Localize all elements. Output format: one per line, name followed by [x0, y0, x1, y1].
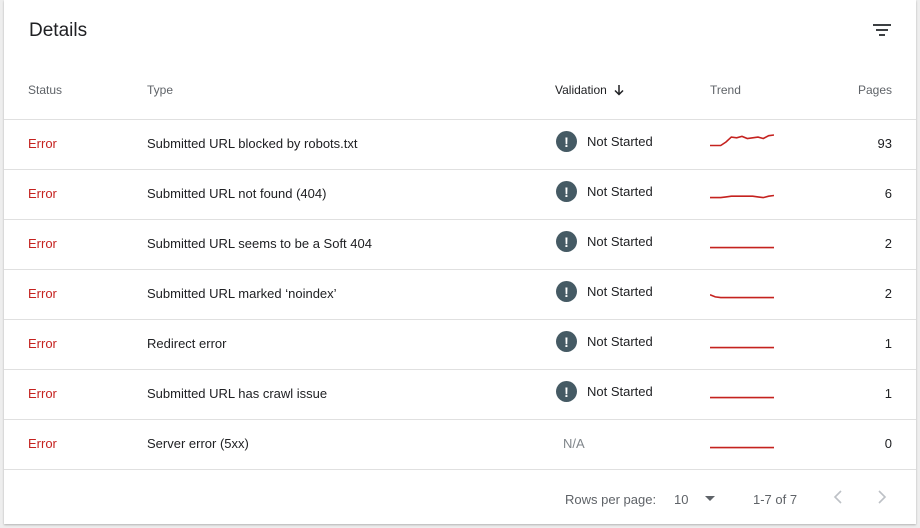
table-row[interactable]: Error Submitted URL seems to be a Soft 40… [4, 220, 916, 270]
filter-list-icon [873, 24, 891, 36]
trend-sparkline [710, 446, 774, 449]
trend-cell [710, 379, 774, 406]
validation-status: Not Started [587, 184, 653, 199]
type-cell: Submitted URL seems to be a Soft 404 [147, 236, 372, 251]
trend-line [709, 294, 774, 299]
table-footer: Rows per page: 10 1-7 of 7 [4, 470, 916, 524]
error-icon: ! [556, 181, 577, 202]
trend-cell [710, 179, 775, 206]
column-header-validation[interactable]: Validation [555, 83, 625, 97]
trend-sparkline [710, 134, 775, 147]
validation-status: Not Started [587, 284, 653, 299]
trend-sparkline [710, 194, 775, 199]
pages-cell: 2 [884, 286, 892, 301]
trend-cell [710, 429, 774, 456]
error-icon: ! [556, 231, 577, 252]
chevron-right-icon[interactable] [875, 488, 889, 509]
validation-status: Not Started [587, 334, 653, 349]
trend-cell [709, 279, 774, 306]
trend-line [710, 134, 775, 147]
validation-status: N/A [563, 436, 585, 451]
status-cell: Error [28, 386, 57, 401]
type-cell: Submitted URL not found (404) [147, 186, 327, 201]
type-cell: Submitted URL blocked by robots.txt [147, 136, 358, 151]
pages-cell: 2 [884, 236, 892, 251]
status-cell: Error [28, 286, 57, 301]
validation-status: Not Started [587, 234, 653, 249]
table-row[interactable]: Error Redirect error! Not Started 1 [4, 320, 916, 370]
status-cell: Error [28, 186, 57, 201]
trend-cell [710, 329, 774, 356]
pages-cell: 6 [884, 186, 892, 201]
rows-per-page-select[interactable]: 10 [674, 492, 688, 507]
status-cell: Error [28, 336, 57, 351]
pages-cell: 1 [884, 386, 892, 401]
status-cell: Error [28, 236, 57, 251]
validation-cell: ! Not Started [556, 281, 653, 302]
type-cell: Redirect error [147, 336, 227, 351]
error-icon: ! [556, 381, 577, 402]
pages-cell: 0 [884, 436, 892, 451]
column-header-status[interactable]: Status [28, 83, 62, 97]
trend-cell [710, 229, 774, 256]
error-icon: ! [556, 131, 577, 152]
error-icon: ! [556, 281, 577, 302]
card-title: Details [29, 20, 88, 41]
chevron-left-icon[interactable] [831, 488, 845, 509]
type-cell: Server error (5xx) [147, 436, 249, 451]
validation-cell: ! Not Started [556, 331, 653, 352]
validation-cell: ! Not Started [556, 181, 653, 202]
dropdown-arrow-icon[interactable] [704, 492, 716, 507]
column-header-validation-label: Validation [555, 83, 607, 97]
pages-cell: 93 [877, 136, 892, 151]
trend-line [710, 194, 775, 199]
table-row[interactable]: Error Server error (5xx) N/A 0 [4, 420, 916, 470]
validation-cell: ! Not Started [556, 131, 653, 152]
details-card: Details Status Type Validation Trend Pag… [4, 0, 916, 524]
trend-cell [710, 129, 775, 156]
status-cell: Error [28, 136, 57, 151]
column-header-trend[interactable]: Trend [710, 83, 741, 97]
validation-cell: ! Not Started [556, 381, 653, 402]
trend-sparkline [710, 246, 774, 249]
table-header: Status Type Validation Trend Pages [4, 70, 916, 120]
validation-status: Not Started [587, 384, 653, 399]
validation-status: Not Started [587, 134, 653, 149]
table-body: Error Submitted URL blocked by robots.txt… [4, 120, 916, 470]
validation-cell: ! Not Started [556, 231, 653, 252]
column-header-type[interactable]: Type [147, 83, 173, 97]
table-row[interactable]: Error Submitted URL has crawl issue! Not S… [4, 370, 916, 420]
table-row[interactable]: Error Submitted URL not found (404)! Not S… [4, 170, 916, 220]
type-cell: Submitted URL has crawl issue [147, 386, 328, 401]
table-row[interactable]: Error Submitted URL marked ‘noindex’! Not … [4, 270, 916, 320]
pages-cell: 1 [884, 336, 892, 351]
trend-sparkline [710, 346, 774, 349]
arrow-down-icon [614, 85, 624, 96]
type-cell: Submitted URL marked ‘noindex’ [147, 286, 337, 301]
status-cell: Error [28, 436, 57, 451]
table-row[interactable]: Error Submitted URL blocked by robots.txt… [4, 120, 916, 170]
rows-per-page-label: Rows per page: [565, 492, 657, 507]
pagination-range: 1-7 of 7 [753, 492, 798, 507]
trend-sparkline [710, 396, 774, 399]
filter-button[interactable] [868, 16, 896, 44]
validation-cell: N/A [563, 436, 585, 451]
trend-sparkline [709, 294, 774, 299]
error-icon: ! [556, 331, 577, 352]
column-header-pages[interactable]: Pages [858, 83, 892, 97]
